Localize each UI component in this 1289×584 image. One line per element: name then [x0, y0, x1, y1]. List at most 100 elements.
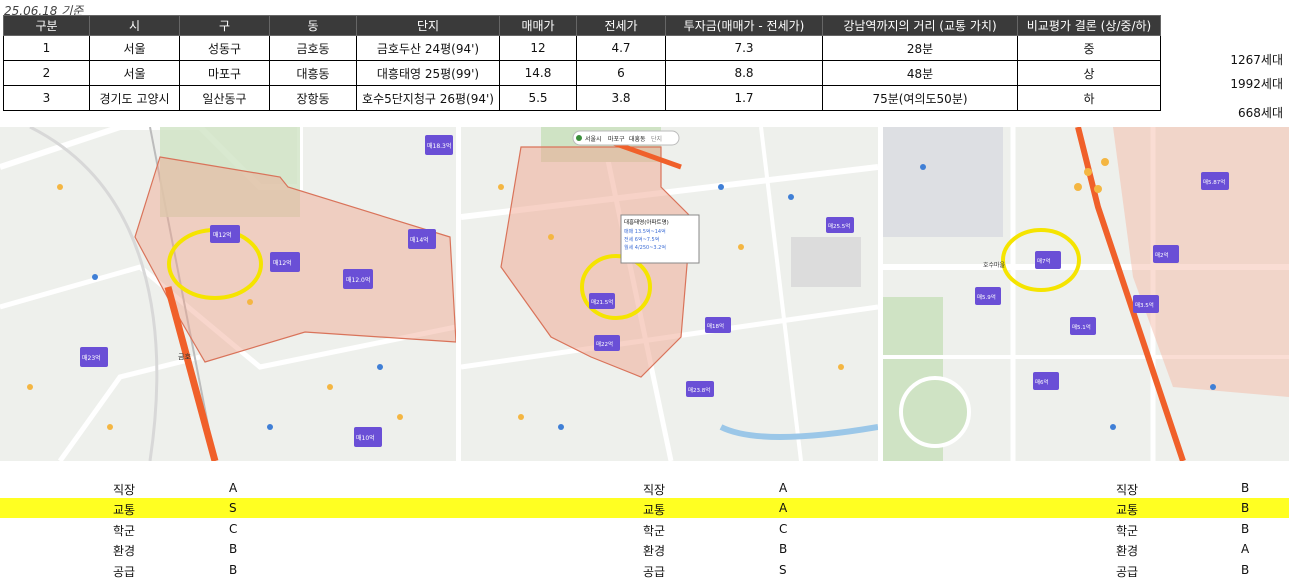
station-label: 금호	[178, 353, 191, 361]
grade-label: 직장	[643, 483, 666, 497]
col-header: 구분	[3, 15, 90, 36]
chip-more: 단지	[651, 135, 662, 143]
grade-lists: 직장 A 직장 A 직장 B 교통 S 교통 A 교통 B 학군 C 학군 C …	[0, 478, 1289, 582]
table-cell: 대흥동	[269, 60, 357, 86]
map-strip: 매12억 매12억 매12.0억 매14억 매18.3억 매23억 매10억 금…	[0, 127, 1289, 461]
chip-city: 서울시	[585, 135, 602, 143]
price-label: 매12억	[213, 231, 232, 239]
table-cell: 1.7	[665, 85, 823, 111]
table-cell: 7.3	[665, 35, 823, 61]
grade-row-transit: 교통 S 교통 A 교통 B	[0, 498, 1289, 518]
price-label: 매10억	[356, 434, 375, 442]
table-cell: 일산동구	[179, 85, 270, 111]
col-header: 동	[269, 15, 357, 36]
grade-value: A	[779, 481, 788, 495]
table-cell: 2	[3, 60, 90, 86]
comparison-table: 구분 시 구 동 단지 매매가 전세가 투자금(매매가 - 전세가) 강남역까지…	[3, 15, 1161, 111]
table-cell: 대흥태영 25평(99')	[356, 60, 500, 86]
household-count: 1267세대	[1230, 53, 1283, 67]
table-cell: 75분(여의도50분)	[822, 85, 1018, 111]
map-daeheung[interactable]: 서울시 마포구 대흥동 단지 대흥태영(아파트명) 매매 13.5억~14억 전…	[461, 127, 878, 461]
grade-value: C	[229, 522, 238, 536]
popup-line: 월세 4/250~3.2억	[624, 244, 666, 251]
price-label: 매22억	[596, 340, 613, 348]
table-cell: 6	[576, 60, 666, 86]
table-cell: 4.7	[576, 35, 666, 61]
grade-label: 환경	[113, 544, 136, 558]
popup-line: 매매 13.5억~14억	[624, 228, 666, 235]
grade-label: 직장	[1116, 483, 1139, 497]
grade-value: S	[779, 563, 787, 577]
table-cell: 28분	[822, 35, 1018, 61]
table-cell: 장항동	[269, 85, 357, 111]
grade-value: A	[1241, 542, 1250, 556]
map-geumho[interactable]: 매12억 매12억 매12.0억 매14억 매18.3억 매23억 매10억 금…	[0, 127, 456, 461]
grade-value: B	[229, 542, 238, 556]
grade-value: A	[229, 481, 238, 495]
price-label: 매14억	[410, 236, 429, 244]
popup-title: 대흥태영(아파트명)	[624, 218, 669, 226]
map-janghang[interactable]: 매7억 매5.9억 매2억 매5.1억 매6억 매3.5억 매5.87억 호수마…	[883, 127, 1289, 461]
table-cell: 3	[3, 85, 90, 111]
table-cell: 12	[499, 35, 577, 61]
grade-label: 학군	[113, 524, 136, 538]
grade-label: 공급	[643, 565, 666, 579]
price-label: 매12.0억	[346, 276, 370, 284]
table-cell: 마포구	[179, 60, 270, 86]
chip-dong: 대흥동	[629, 135, 646, 143]
grade-label: 직장	[113, 483, 136, 497]
table-row: 3 경기도 고양시 일산동구 장항동 호수5단지청구 26평(94') 5.5 …	[3, 85, 1161, 111]
location-chips: 서울시 마포구 대흥동 단지	[572, 130, 680, 146]
grade-value: B	[1241, 501, 1250, 515]
col-header: 투자금(매매가 - 전세가)	[665, 15, 823, 36]
table-cell: 3.8	[576, 85, 666, 111]
grade-label: 학군	[643, 524, 666, 538]
table-cell: 상	[1017, 60, 1161, 86]
price-label: 매2억	[1155, 251, 1169, 259]
grade-value: B	[229, 563, 238, 577]
table-cell: 성동구	[179, 35, 270, 61]
price-label: 매25.5억	[828, 222, 850, 230]
price-label: 매23억	[82, 354, 101, 362]
grade-row-supply: 공급 B 공급 S 공급 B	[0, 560, 1289, 580]
grade-value: S	[229, 501, 237, 515]
table-cell: 1	[3, 35, 90, 61]
grade-label: 교통	[113, 503, 136, 517]
price-label: 매7억	[1037, 257, 1051, 265]
table-cell: 금호두산 24평(94')	[356, 35, 500, 61]
price-label: 매5.1억	[1072, 323, 1091, 331]
grade-value: C	[779, 522, 788, 536]
price-label: 매6억	[1035, 378, 1049, 386]
col-header: 시	[89, 15, 180, 36]
price-label: 매18억	[707, 322, 724, 330]
grade-value: B	[1241, 481, 1250, 495]
grade-row-environment: 환경 B 환경 B 환경 A	[0, 539, 1289, 559]
table-cell: 14.8	[499, 60, 577, 86]
col-header: 강남역까지의 거리 (교통 가치)	[822, 15, 1018, 36]
col-header: 매매가	[499, 15, 577, 36]
table-cell: 중	[1017, 35, 1161, 61]
household-count: 668세대	[1238, 106, 1283, 120]
price-label: 매3.5억	[1135, 301, 1154, 309]
place-label: 호수마을	[983, 261, 1006, 269]
table-cell: 5.5	[499, 85, 577, 111]
grade-label: 학군	[1116, 524, 1139, 538]
table-cell: 경기도 고양시	[89, 85, 180, 111]
col-header: 전세가	[576, 15, 666, 36]
grade-label: 공급	[113, 565, 136, 579]
grade-value: B	[1241, 563, 1250, 577]
price-label: 매18.3억	[427, 142, 451, 150]
grade-value: A	[779, 501, 788, 515]
grade-label: 교통	[643, 503, 666, 517]
table-row: 1 서울 성동구 금호동 금호두산 24평(94') 12 4.7 7.3 28…	[3, 35, 1161, 61]
info-popup: 대흥태영(아파트명) 매매 13.5억~14억 전세 6억~7.5억 월세 4/…	[620, 214, 700, 264]
table-row: 2 서울 마포구 대흥동 대흥태영 25평(99') 14.8 6 8.8 48…	[3, 60, 1161, 86]
col-header: 구	[179, 15, 270, 36]
grade-row-school: 학군 C 학군 C 학군 B	[0, 519, 1289, 539]
table-header-row: 구분 시 구 동 단지 매매가 전세가 투자금(매매가 - 전세가) 강남역까지…	[3, 15, 1161, 36]
table-cell: 하	[1017, 85, 1161, 111]
grade-label: 환경	[1116, 544, 1139, 558]
household-count: 1992세대	[1230, 77, 1283, 91]
price-label: 매5.87억	[1203, 178, 1225, 186]
col-header: 단지	[356, 15, 500, 36]
